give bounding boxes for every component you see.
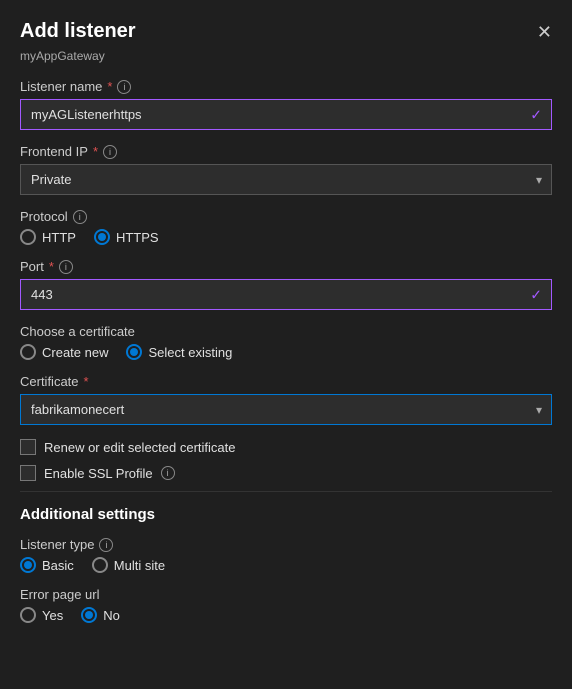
- create-new-radio[interactable]: [20, 344, 36, 360]
- frontend-ip-required-star: *: [93, 144, 98, 159]
- panel-header: Add listener ✕: [0, 0, 572, 49]
- protocol-http-radio[interactable]: [20, 229, 36, 245]
- select-existing-option[interactable]: Select existing: [126, 344, 232, 360]
- form-body: Listener name * i myAGListenerhttps ✓ Fr…: [0, 75, 572, 657]
- choose-certificate-group: Choose a certificate Create new Select e…: [20, 324, 552, 360]
- select-existing-radio-inner: [130, 348, 138, 356]
- enable-ssl-profile-checkbox-item[interactable]: Enable SSL Profile i: [20, 465, 552, 481]
- renew-certificate-checkbox-item[interactable]: Renew or edit selected certificate: [20, 439, 552, 455]
- select-existing-radio[interactable]: [126, 344, 142, 360]
- error-page-url-label: Error page url: [20, 587, 552, 602]
- listener-type-basic-radio-inner: [24, 561, 32, 569]
- listener-name-wrapper: myAGListenerhttps ✓: [20, 99, 552, 130]
- listener-type-group: Listener type i Basic Multi site: [20, 537, 552, 573]
- error-page-url-yes-option[interactable]: Yes: [20, 607, 63, 623]
- frontend-ip-wrapper: Private Public ▾: [20, 164, 552, 195]
- protocol-https-option[interactable]: HTTPS: [94, 229, 159, 245]
- protocol-label: Protocol i: [20, 209, 552, 224]
- certificate-choice-radio-group: Create new Select existing: [20, 344, 552, 360]
- error-page-url-no-option[interactable]: No: [81, 607, 120, 623]
- error-page-url-yes-radio[interactable]: [20, 607, 36, 623]
- panel-title: Add listener: [20, 20, 136, 43]
- protocol-info-icon[interactable]: i: [73, 210, 87, 224]
- protocol-http-option[interactable]: HTTP: [20, 229, 76, 245]
- port-label: Port * i: [20, 259, 552, 274]
- listener-type-basic-radio[interactable]: [20, 557, 36, 573]
- add-listener-panel: Add listener ✕ myAppGateway Listener nam…: [0, 0, 572, 689]
- frontend-ip-info-icon[interactable]: i: [103, 145, 117, 159]
- listener-name-group: Listener name * i myAGListenerhttps ✓: [20, 79, 552, 130]
- error-page-url-radio-group: Yes No: [20, 607, 552, 623]
- error-page-url-no-radio[interactable]: [81, 607, 97, 623]
- enable-ssl-profile-checkbox[interactable]: [20, 465, 36, 481]
- listener-name-input[interactable]: myAGListenerhttps: [20, 99, 552, 130]
- divider: [20, 491, 552, 492]
- certificate-wrapper: fabrikamonecert ▾: [20, 394, 552, 425]
- protocol-radio-group: HTTP HTTPS: [20, 229, 552, 245]
- protocol-https-radio-inner: [98, 233, 106, 241]
- ssl-profile-info-icon[interactable]: i: [161, 466, 175, 480]
- frontend-ip-group: Frontend IP * i Private Public ▾: [20, 144, 552, 195]
- certificate-label: Certificate *: [20, 374, 552, 389]
- listener-type-multisite-option[interactable]: Multi site: [92, 557, 165, 573]
- frontend-ip-select[interactable]: Private Public: [20, 164, 552, 195]
- close-button[interactable]: ✕: [537, 22, 552, 43]
- panel-subtitle: myAppGateway: [0, 49, 572, 75]
- additional-settings-header: Additional settings: [20, 506, 552, 523]
- certificate-required-star: *: [84, 374, 89, 389]
- listener-type-multisite-radio[interactable]: [92, 557, 108, 573]
- renew-certificate-checkbox[interactable]: [20, 439, 36, 455]
- port-select[interactable]: 443 80 8080: [20, 279, 552, 310]
- create-new-option[interactable]: Create new: [20, 344, 108, 360]
- protocol-https-radio[interactable]: [94, 229, 110, 245]
- port-required-star: *: [49, 259, 54, 274]
- listener-type-info-icon[interactable]: i: [99, 538, 113, 552]
- certificate-group: Certificate * fabrikamonecert ▾: [20, 374, 552, 425]
- port-group: Port * i 443 80 8080 ✓: [20, 259, 552, 310]
- certificate-select[interactable]: fabrikamonecert: [20, 394, 552, 425]
- port-wrapper: 443 80 8080 ✓: [20, 279, 552, 310]
- choose-certificate-label: Choose a certificate: [20, 324, 552, 339]
- error-page-url-group: Error page url Yes No: [20, 587, 552, 623]
- required-star: *: [107, 79, 112, 94]
- listener-type-radio-group: Basic Multi site: [20, 557, 552, 573]
- listener-name-info-icon[interactable]: i: [117, 80, 131, 94]
- listener-type-basic-option[interactable]: Basic: [20, 557, 74, 573]
- listener-name-label: Listener name * i: [20, 79, 552, 94]
- listener-type-label: Listener type i: [20, 537, 552, 552]
- port-info-icon[interactable]: i: [59, 260, 73, 274]
- error-page-url-no-radio-inner: [85, 611, 93, 619]
- frontend-ip-label: Frontend IP * i: [20, 144, 552, 159]
- protocol-group: Protocol i HTTP HTTPS: [20, 209, 552, 245]
